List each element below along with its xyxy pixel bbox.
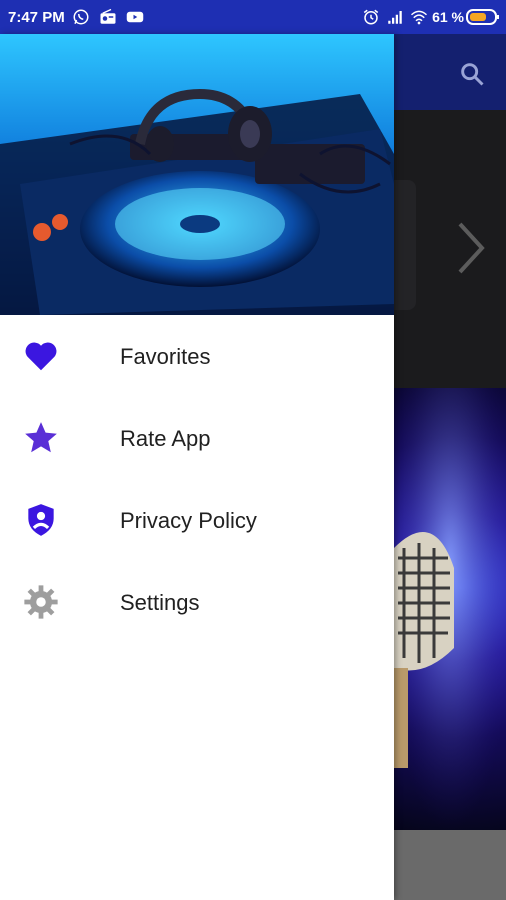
- menu-item-favorites[interactable]: Favorites: [0, 315, 394, 397]
- search-icon[interactable]: [458, 60, 486, 88]
- content-card: [394, 180, 416, 310]
- microphone-icon: [394, 388, 506, 830]
- status-bar: 7:47 PM 61 %: [0, 0, 506, 34]
- star-icon: [25, 422, 57, 453]
- chevron-right-icon[interactable]: [450, 218, 490, 278]
- menu-item-label: Favorites: [120, 344, 211, 369]
- navigation-drawer: Favorites Rate App Privacy Policy Settin…: [0, 34, 394, 900]
- heart-icon: [25, 342, 57, 371]
- wifi-icon: [410, 10, 428, 25]
- drawer-header-image: [0, 34, 394, 315]
- microphone-banner: [394, 388, 506, 830]
- bottom-bar: [394, 830, 506, 900]
- battery-icon: [466, 9, 499, 25]
- whatsapp-icon: [73, 9, 89, 25]
- drawer-menu: Favorites Rate App Privacy Policy Settin…: [0, 315, 394, 643]
- gear-icon: [24, 585, 58, 619]
- signal-icon: [388, 11, 402, 24]
- menu-item-rate-app[interactable]: Rate App: [0, 397, 394, 479]
- radio-icon: [100, 8, 116, 24]
- dj-mixer-image: [0, 34, 394, 315]
- menu-item-label: Rate App: [120, 426, 211, 451]
- menu-item-settings[interactable]: Settings: [0, 561, 394, 643]
- app-bar: [394, 34, 506, 110]
- shield-user-icon: [28, 504, 54, 536]
- menu-item-label: Privacy Policy: [120, 508, 257, 533]
- alarm-icon: [363, 9, 379, 25]
- menu-item-label: Settings: [120, 590, 200, 615]
- youtube-icon: [126, 11, 144, 23]
- status-time: 7:47 PM: [8, 9, 65, 26]
- battery-percent: 61 %: [432, 9, 464, 25]
- menu-item-privacy-policy[interactable]: Privacy Policy: [0, 479, 394, 561]
